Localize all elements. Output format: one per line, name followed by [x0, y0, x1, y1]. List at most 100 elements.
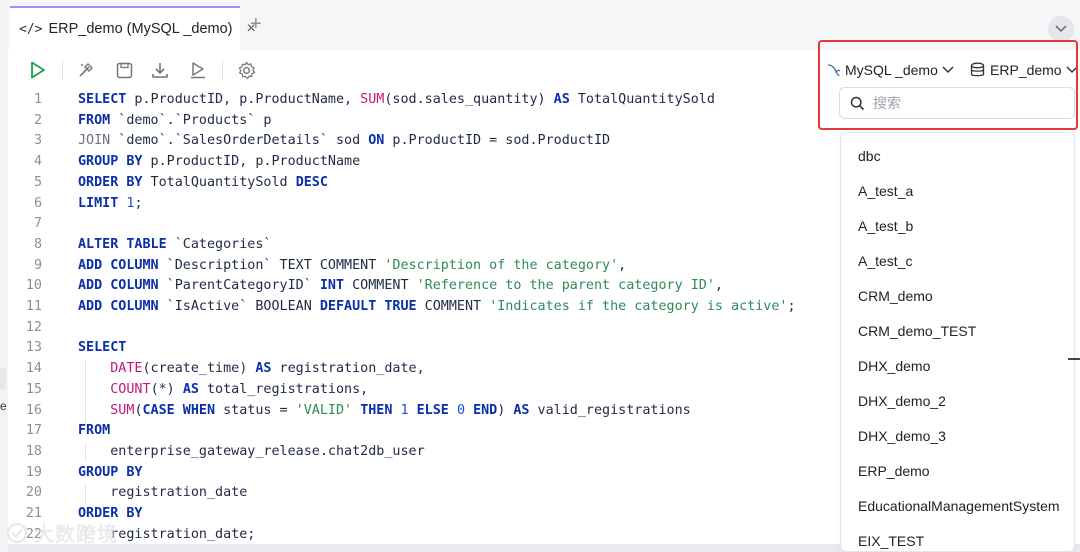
code-token: 'Reference to the parent category ID' — [416, 278, 715, 294]
code-token: AS — [182, 381, 199, 397]
line-number: 17 — [25, 423, 42, 439]
magic-wand-icon[interactable] — [76, 60, 96, 80]
toolbar-divider — [222, 61, 223, 79]
code-text: SELECT — [78, 338, 126, 359]
code-token: COMMENT — [344, 278, 417, 294]
save-icon[interactable] — [114, 60, 134, 80]
search-input[interactable] — [873, 95, 1063, 111]
code-token: ALTER TABLE — [78, 236, 167, 252]
toolbar-divider — [62, 61, 63, 79]
database-option[interactable]: A_test_b — [858, 216, 913, 236]
code-token: 1 — [400, 402, 409, 418]
code-token: (create_time) — [142, 361, 256, 377]
code-token: COMMENT — [416, 299, 490, 314]
code-token: `IsActive` BOOLEAN — [158, 299, 320, 314]
code-text: COUNT(*) AS total_registrations, — [78, 380, 368, 401]
code-text: SELECT p.ProductID, p.ProductName, SUM(s… — [78, 90, 715, 111]
chevron-down-icon[interactable] — [1048, 16, 1074, 42]
line-number: 16 — [25, 402, 42, 418]
line-number: 10 — [25, 278, 42, 294]
code-token: `ParentCategoryID` — [158, 278, 320, 294]
code-token: ON — [368, 133, 385, 149]
database-option[interactable]: CRM_demo_TEST — [858, 321, 976, 341]
code-token: DATE — [110, 361, 143, 377]
code-token: ( — [134, 402, 143, 418]
code-token: TotalQuantitySold — [142, 174, 296, 190]
code-token: registration_date — [78, 485, 248, 501]
code-token: `demo`.`Products` p — [110, 112, 272, 128]
database-option[interactable]: EIX_TEST — [858, 531, 924, 551]
code-token: SUM — [360, 92, 385, 107]
code-token: , — [618, 257, 627, 273]
code-token: SELECT — [78, 92, 127, 107]
add-tab-icon[interactable]: + — [250, 14, 262, 34]
code-token: ADD COLUMN — [78, 278, 159, 294]
code-token: TotalQuantitySold — [569, 92, 715, 107]
code-token: , — [714, 278, 723, 294]
tab-erp-demo[interactable]: </> ERP_demo (MySQL _demo) × — [10, 6, 256, 50]
watermark-text: 大数跨境 — [34, 524, 118, 546]
line-number: 7 — [33, 216, 42, 232]
line-number: 18 — [25, 443, 42, 459]
code-token: registration_date, — [271, 361, 425, 377]
line-number: 3 — [33, 133, 42, 149]
database-option[interactable]: ERP_demo — [858, 461, 930, 481]
code-token: CASE WHEN — [142, 402, 216, 418]
database-search[interactable] — [839, 87, 1075, 119]
code-token: total_registrations, — [198, 381, 369, 397]
code-text: DATE(create_time) AS registration_date, — [78, 359, 425, 380]
code-token: DEFAULT TRUE — [319, 299, 417, 314]
database-dropdown[interactable]: dbc A_test_a A_test_b A_test_c CRM_demo CRM_d… — [840, 132, 1075, 552]
code-token: p.ProductID, p.ProductName — [142, 154, 361, 170]
code-text: FROM — [78, 421, 110, 442]
database-option[interactable]: DHX_demo_3 — [858, 426, 946, 446]
database-option[interactable]: A_test_c — [858, 251, 912, 271]
code-token: AS — [553, 92, 570, 107]
code-text: GROUP BY p.ProductID, p.ProductName — [78, 152, 360, 173]
database-option[interactable]: CRM_demo — [858, 286, 933, 306]
download-icon[interactable] — [150, 60, 170, 80]
code-text: FROM `demo`.`Products` p — [78, 111, 272, 132]
code-token: ) — [497, 402, 514, 418]
code-text: enterprise_gateway_release.chat2db_user — [78, 442, 424, 463]
code-token: END — [473, 402, 498, 418]
code-token: COUNT — [110, 381, 151, 397]
gear-icon[interactable] — [236, 60, 256, 80]
code-text: JOIN `demo`.`SalesOrderDetails` sod ON p… — [78, 131, 610, 152]
code-token: THEN — [360, 402, 393, 418]
code-token: `demo`.`SalesOrderDetails` sod — [110, 133, 369, 149]
line-number: 4 — [33, 154, 42, 170]
run-icon[interactable] — [28, 60, 48, 80]
code-token: GROUP BY — [78, 154, 143, 170]
code-token: 'VALID' — [295, 402, 353, 418]
code-text: ORDER BY TotalQuantitySold DESC — [78, 173, 328, 194]
code-token: 'Indicates if the category is active' — [489, 299, 788, 314]
line-number: 5 — [33, 174, 42, 190]
line-number: 11 — [25, 299, 42, 314]
line-number: 12 — [25, 319, 42, 335]
code-token: `Description` TEXT COMMENT — [158, 257, 385, 273]
run-outline-icon[interactable] — [188, 60, 208, 80]
code-token: ELSE — [416, 402, 449, 418]
code-text: ADD COLUMN `IsActive` BOOLEAN DEFAULT TR… — [78, 297, 796, 318]
database-option[interactable]: dbc — [858, 146, 881, 166]
code-token: ; — [134, 195, 143, 211]
line-number: 6 — [33, 195, 42, 211]
code-token: ; — [787, 299, 796, 314]
code-token: DESC — [295, 174, 328, 190]
search-icon — [850, 96, 865, 110]
code-token: LIMIT — [78, 195, 119, 211]
resize-handle[interactable] — [1068, 358, 1080, 360]
code-token: FROM — [78, 423, 111, 439]
database-option[interactable]: EducationalManagementSystem — [858, 496, 1060, 516]
code-token: INT — [319, 278, 345, 294]
watermark-logo-icon — [7, 522, 27, 543]
database-option[interactable]: DHX_demo — [858, 356, 930, 376]
database-option[interactable]: A_test_a — [858, 181, 913, 201]
database-option[interactable]: DHX_demo_2 — [858, 391, 946, 411]
